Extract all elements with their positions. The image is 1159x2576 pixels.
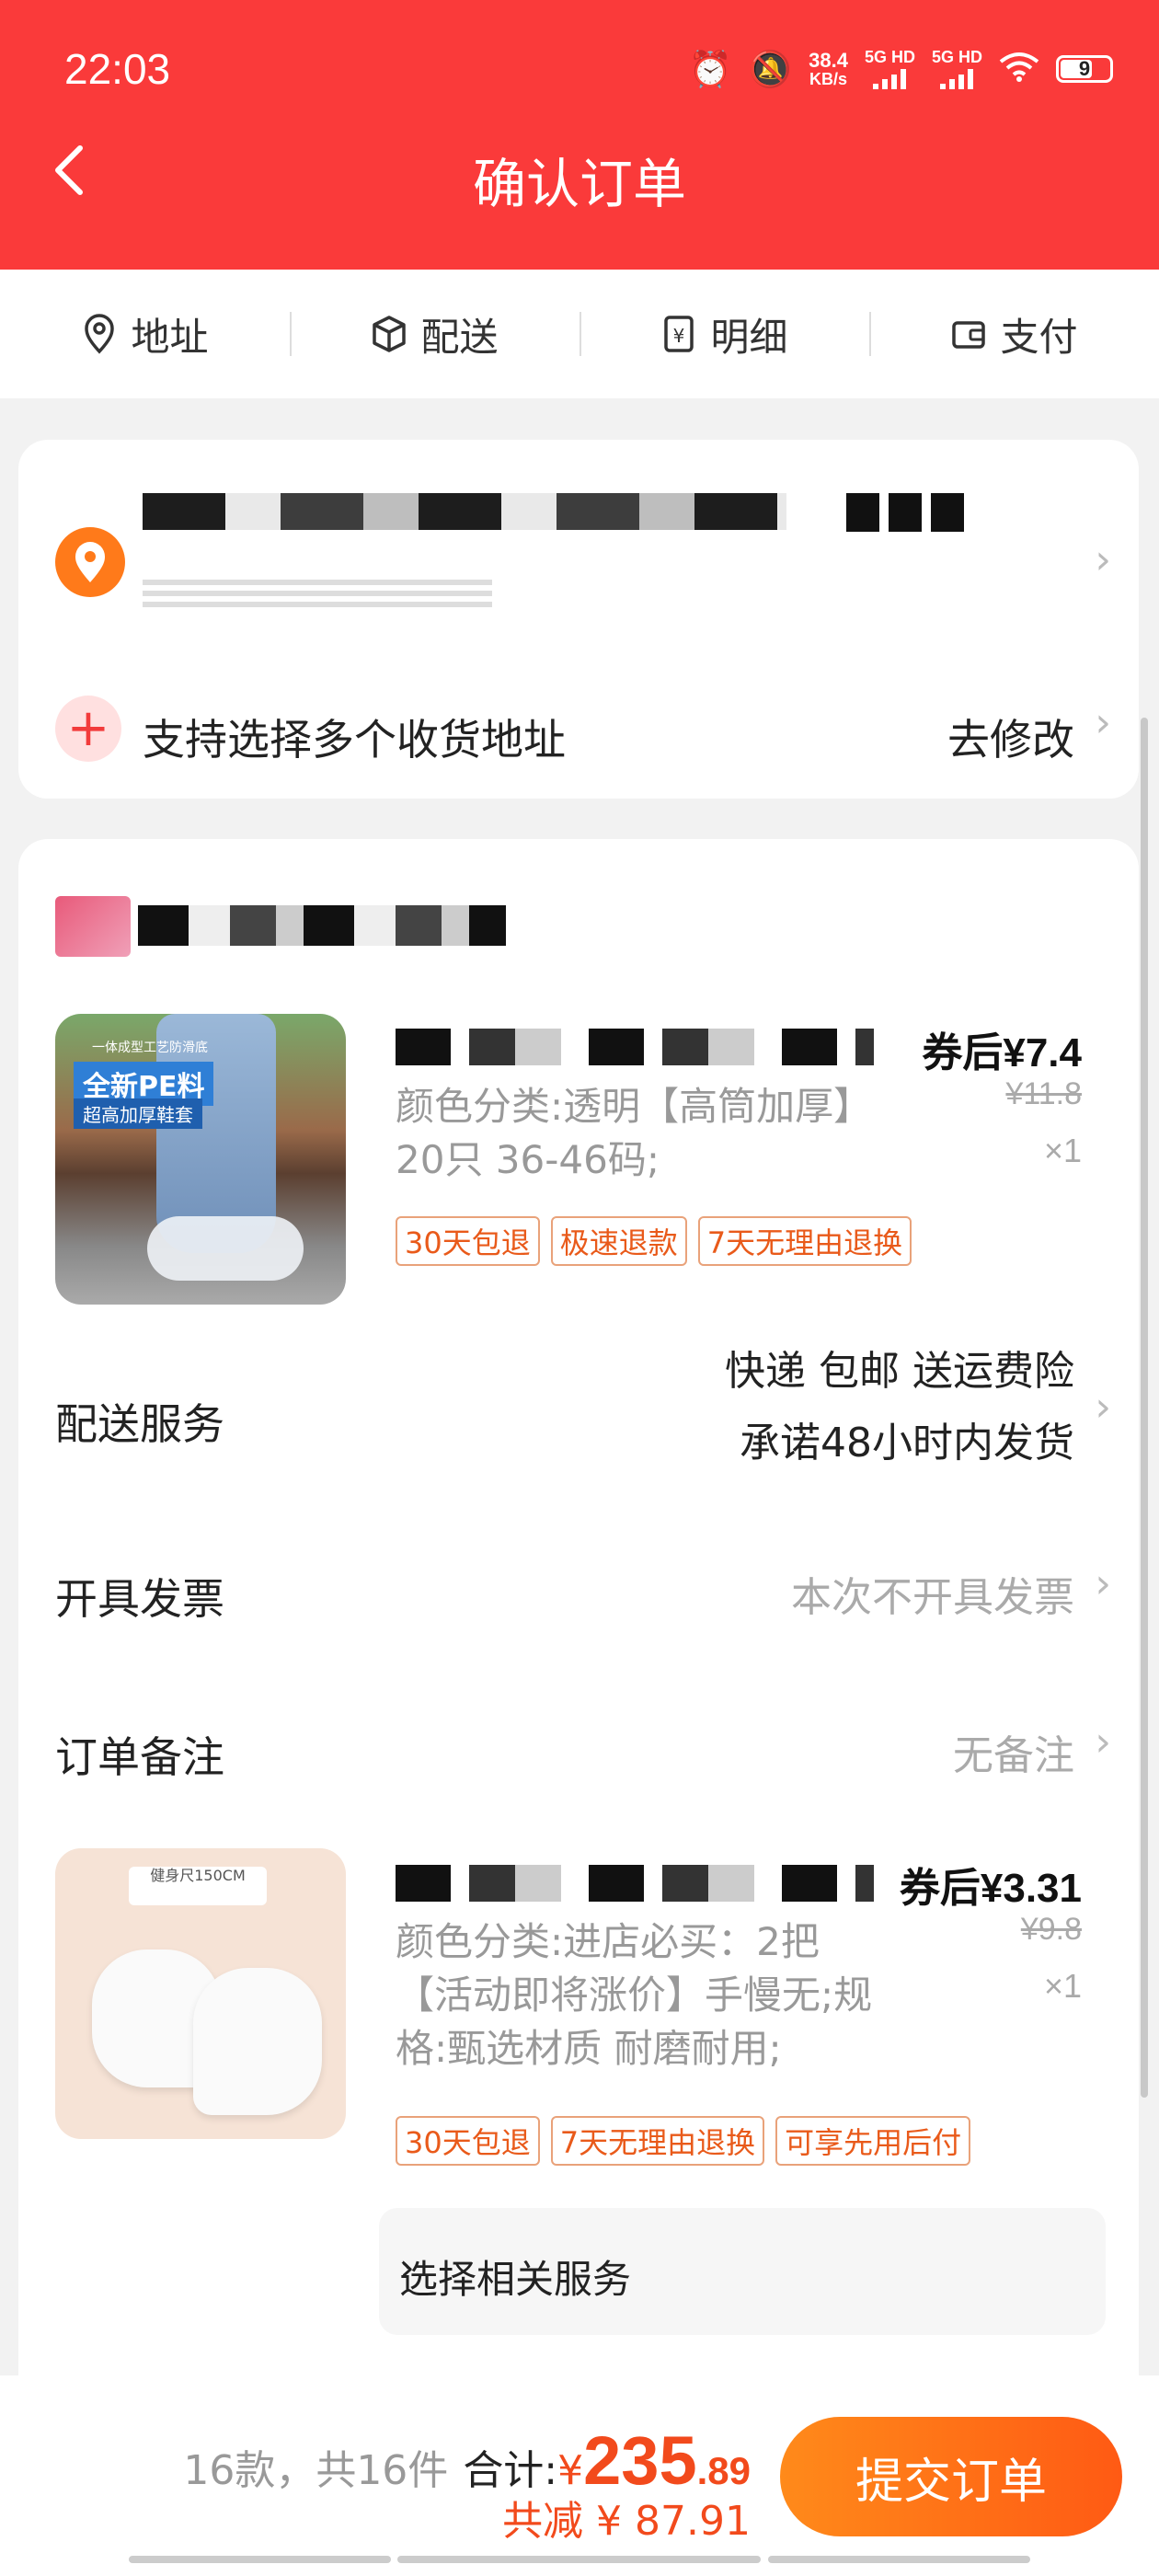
wallet-icon xyxy=(952,321,986,349)
tag: 7天无理由退换 xyxy=(697,1216,912,1266)
battery-icon: 9 xyxy=(1056,54,1113,83)
tab-details-label: 明细 xyxy=(710,314,788,360)
receipt-icon: ¥ xyxy=(664,316,694,352)
product-image-caption: 一体成型工艺防滑底 xyxy=(92,1041,208,1055)
net-speed-unit: KB/s xyxy=(809,69,848,88)
product-price-after-coupon: 券后¥7.4 xyxy=(922,1030,1082,1075)
wifi-icon xyxy=(999,51,1039,87)
mute-icon: 🔕 xyxy=(748,48,793,89)
item-count: 16款，共16件 xyxy=(183,2447,449,2494)
address-tail-redacted xyxy=(846,493,966,532)
tag: 30天包退 xyxy=(396,1216,540,1266)
tab-delivery-label: 配送 xyxy=(420,314,499,360)
product-tags: 30天包退 7天无理由退换 可享先用后付 xyxy=(396,2116,971,2166)
product-image[interactable]: 健身尺150CM xyxy=(55,1848,346,2139)
tag: 30天包退 xyxy=(396,2116,540,2166)
chevron-right-icon: › xyxy=(1095,536,1111,583)
address-recipient-redacted xyxy=(143,493,786,530)
signal-1-label: 5G HD xyxy=(864,48,915,66)
product-image[interactable]: 一体成型工艺防滑底 全新PE料 超高加厚鞋套 xyxy=(55,1014,346,1305)
invoice-label: 开具发票 xyxy=(55,1574,224,1624)
chevron-right-icon: › xyxy=(1095,1560,1111,1607)
product-title-redacted xyxy=(396,1029,874,1065)
package-icon xyxy=(373,316,407,352)
total-saved: 共减 ¥ 87.91 xyxy=(502,2498,751,2545)
checkout-bar: 16款，共16件 合计: ¥ 235 .89 共减 ¥ 87.91 提交订单 xyxy=(0,2375,1159,2576)
chevron-right-icon: › xyxy=(1095,1384,1111,1431)
signal-2-label: 5G HD xyxy=(931,48,982,66)
status-icons: ⏰ 🔕 38.4 KB/s 5G HD 5G HD 9 xyxy=(688,48,1113,89)
address-detail-redacted xyxy=(143,576,492,607)
related-service-button[interactable]: 选择相关服务 › xyxy=(379,2208,1106,2335)
modify-address-link[interactable]: 去修改 xyxy=(947,707,1074,767)
delivery-label: 配送服务 xyxy=(55,1399,224,1449)
product-tags: 30天包退 极速退款 7天无理由退换 xyxy=(396,1216,912,1266)
add-address-icon[interactable]: + xyxy=(55,696,121,762)
tab-details[interactable]: ¥ 明细 xyxy=(580,270,869,398)
tab-payment-label: 支付 xyxy=(1000,314,1078,360)
signal-icon-2: 5G HD xyxy=(932,48,982,89)
tab-address-label: 地址 xyxy=(131,314,209,360)
tag: 极速退款 xyxy=(550,1216,687,1266)
remark-value[interactable]: 无备注 xyxy=(953,1722,1074,1781)
tab-address[interactable]: 地址 xyxy=(0,270,290,398)
nav-indicator xyxy=(397,2556,761,2563)
shop-name-redacted xyxy=(138,905,506,946)
address-card[interactable]: › + 支持选择多个收货地址 去修改 › xyxy=(18,440,1139,799)
tag: 7天无理由退换 xyxy=(550,2116,765,2166)
product-original-price: ¥11.8 xyxy=(1005,1076,1082,1111)
nav-indicator xyxy=(768,2556,1030,2563)
signal-icon-1: 5G HD xyxy=(865,48,915,89)
header-bar: 22:03 ⏰ 🔕 38.4 KB/s 5G HD 5G HD 9 确认订单 xyxy=(0,0,1159,270)
tag: 可享先用后付 xyxy=(775,2116,971,2166)
chevron-right-icon: › xyxy=(399,2245,415,2290)
shop-logo xyxy=(55,896,131,957)
product-image-tag: 健身尺150CM xyxy=(129,1867,267,1905)
scrollbar[interactable] xyxy=(1141,718,1148,2098)
delivery-service-value[interactable]: 快递 包邮 送运费险 承诺48小时内发货 xyxy=(725,1336,1074,1479)
tab-payment[interactable]: 支付 xyxy=(869,270,1159,398)
location-pin-icon xyxy=(85,314,115,354)
battery-level: 9 xyxy=(1078,56,1091,80)
delivery-line-2: 承诺48小时内发货 xyxy=(740,1420,1074,1466)
delivery-line-1: 快递 包邮 送运费险 xyxy=(725,1348,1074,1395)
invoice-value[interactable]: 本次不开具发票 xyxy=(791,1564,1074,1623)
tab-delivery[interactable]: 配送 xyxy=(290,270,580,398)
product-quantity: ×1 xyxy=(1043,1967,1082,2005)
remark-label: 订单备注 xyxy=(55,1732,224,1782)
product-original-price: ¥9.8 xyxy=(1020,1912,1082,1947)
submit-order-button[interactable]: 提交订单 xyxy=(780,2417,1122,2536)
product-title-redacted xyxy=(396,1865,874,1902)
chevron-right-icon: › xyxy=(1095,1719,1111,1765)
product-price-after-coupon: 券后¥3.31 xyxy=(899,1866,1082,1911)
chevron-right-icon: › xyxy=(1095,699,1111,746)
order-card: 一体成型工艺防滑底 全新PE料 超高加厚鞋套 券后¥7.4 ¥11.8 ×1 颜… xyxy=(18,839,1139,2385)
address-pin-icon xyxy=(55,527,125,597)
multi-address-label: 支持选择多个收货地址 xyxy=(143,715,566,765)
product-spec: 颜色分类:透明【高筒加厚】20只 36-46码; xyxy=(396,1084,873,1182)
product-spec: 颜色分类:进店必买：2把【活动即将涨价】手慢无;规格:甄选材质 耐磨耐用; xyxy=(396,1919,873,2071)
nav-indicator xyxy=(129,2556,391,2563)
product-quantity: ×1 xyxy=(1043,1132,1082,1169)
svg-text:¥: ¥ xyxy=(673,325,685,347)
status-time: 22:03 xyxy=(64,45,171,93)
net-speed: 38.4 KB/s xyxy=(809,48,848,88)
product-image-subline: 超高加厚鞋套 xyxy=(74,1098,202,1129)
total-decimal: .89 xyxy=(696,2449,751,2492)
status-bar: 22:03 ⏰ 🔕 38.4 KB/s 5G HD 5G HD 9 xyxy=(0,0,1159,138)
page-title: 确认订单 xyxy=(472,153,686,215)
alarm-icon: ⏰ xyxy=(688,48,732,89)
net-speed-value: 38.4 xyxy=(809,48,848,72)
section-tabs: 地址 配送 ¥ 明细 支付 xyxy=(0,270,1159,398)
